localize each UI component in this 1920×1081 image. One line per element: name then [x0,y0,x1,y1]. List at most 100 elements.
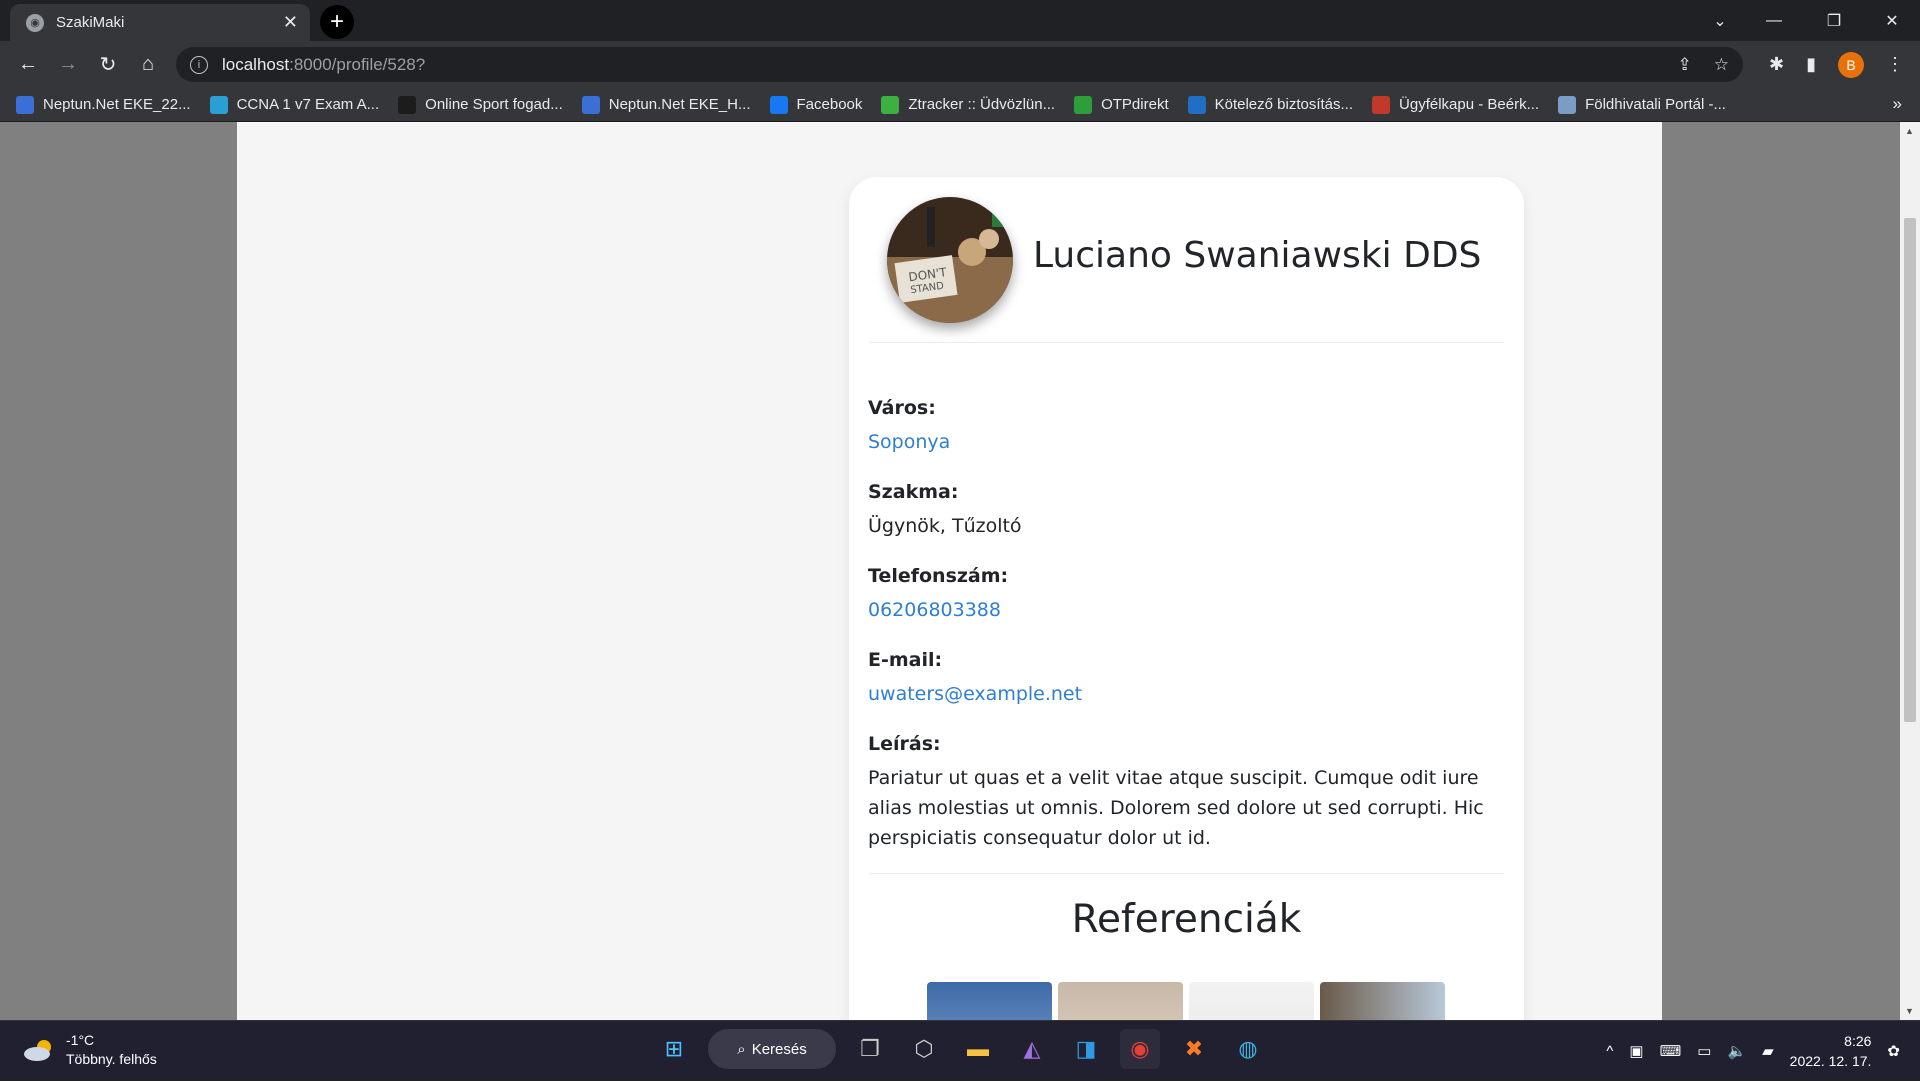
unity-icon[interactable]: ⬡ [904,1029,944,1069]
bookmark-item[interactable]: Facebook [769,95,863,114]
profession-value: Ügynök, Tűzoltó [868,515,1022,537]
task-view-icon[interactable]: ❐ [850,1029,890,1069]
bookmark-label: Facebook [796,96,863,113]
reference-image[interactable] [927,982,1052,1020]
bookmark-label: Neptun.Net EKE_H... [608,96,751,113]
bookmark-favicon-icon [398,95,417,114]
globe-app-icon[interactable]: ◍ [1228,1029,1268,1069]
section-divider [869,873,1504,874]
windows-start-icon[interactable]: ⊞ [654,1029,694,1069]
file-explorer-icon[interactable]: ▬ [958,1029,998,1069]
url-host: localhost [222,54,290,74]
description-text: Pariatur ut quas et a velit vitae atque … [868,767,1484,849]
vscode-icon[interactable]: ◨ [1066,1029,1106,1069]
tab-search-icon[interactable]: ⌄ [1692,0,1748,41]
bookmark-favicon-icon [881,95,900,114]
system-tray: ^ ▣ ⌨ ▭ 🔈 ▰ 8:26 2022. 12. 17. ✿ [1606,1021,1920,1081]
minimize-button[interactable]: — [1746,0,1802,41]
email-label: E-mail: [868,649,943,671]
chrome-icon[interactable]: ◉ [1120,1029,1160,1069]
bookmark-label: Földhivatali Portál -... [1585,96,1726,113]
network-icon[interactable]: ▭ [1697,1042,1711,1060]
xampp-icon[interactable]: ✖ [1174,1029,1214,1069]
tab-strip: ◉ SzakiMaki ✕ + ⌄ — ❐ ✕ [0,0,1920,41]
clock[interactable]: 8:26 2022. 12. 17. [1790,1031,1872,1071]
page-viewport: DON'T STAND Luciano Swaniawski DDS Város… [0,122,1920,1020]
bookmark-label: OTPdirekt [1101,96,1169,113]
volume-icon[interactable]: 🔈 [1727,1042,1746,1060]
battery-icon[interactable]: ▰ [1762,1042,1774,1060]
profile-card: DON'T STAND Luciano Swaniawski DDS Város… [849,177,1524,1020]
address-bar[interactable]: i localhost:8000/profile/528? ⇪ ☆ [176,47,1743,82]
bookmark-item[interactable]: CCNA 1 v7 Exam A... [209,95,380,114]
back-arrow-icon[interactable]: ← [8,45,48,85]
close-window-button[interactable]: ✕ [1864,0,1920,41]
home-icon[interactable]: ⌂ [128,45,168,85]
bookmark-item[interactable]: OTPdirekt [1074,95,1169,114]
scroll-down-icon[interactable]: ▼ [1905,1006,1914,1016]
scrollbar-thumb[interactable] [1904,218,1916,722]
scroll-up-icon[interactable]: ▲ [1905,126,1914,136]
bookmark-label: CCNA 1 v7 Exam A... [236,96,380,113]
bookmark-label: Online Sport fogad... [425,96,563,113]
share-icon[interactable]: ⇪ [1678,55,1692,75]
forward-arrow-icon[interactable]: → [48,45,88,85]
bookmark-favicon-icon [1372,95,1391,114]
globe-icon: ◉ [26,13,44,32]
bookmark-item[interactable]: Kötelező biztosítás... [1187,95,1353,114]
windows-taskbar: -1°C Többny. felhős ⊞ ⌕ Keresés ❐ ⬡ ▬ ◭ ◨… [0,1020,1920,1080]
browser-toolbar: ← → ↻ ⌂ i localhost:8000/profile/528? ⇪ … [0,41,1920,88]
reference-image[interactable] [1058,982,1183,1020]
search-icon: ⌕ [737,1040,746,1058]
bookmark-item[interactable]: Földhivatali Portál -... [1558,95,1726,114]
bookmark-favicon-icon [1187,95,1206,114]
keyboard-icon[interactable]: ⌨ [1660,1042,1682,1060]
bookmark-item[interactable]: Neptun.Net EKE_H... [581,95,751,114]
bookmark-favicon-icon [1558,95,1577,114]
clock-date: 2022. 12. 17. [1789,1053,1872,1069]
reload-icon[interactable]: ↻ [88,45,128,85]
clock-time: 8:26 [1844,1033,1872,1049]
city-label: Város: [868,397,936,419]
side-panel-icon[interactable]: ▮ [1806,54,1816,75]
url-path: :8000/profile/528? [289,54,426,74]
bookmark-favicon-icon [209,95,228,114]
chevron-up-icon[interactable]: ^ [1606,1043,1613,1060]
reference-image[interactable] [1320,982,1445,1020]
weather-widget[interactable]: -1°C Többny. felhős [22,1031,157,1069]
bookmark-favicon-icon [769,95,788,114]
bookmark-item[interactable]: Online Sport fogad... [398,95,563,114]
notification-icon[interactable]: ✿ [1887,1042,1900,1060]
taskbar-search[interactable]: ⌕ Keresés [708,1029,836,1069]
page-scrollbar[interactable]: ▲ ▼ [1900,122,1920,1020]
profile-header: DON'T STAND Luciano Swaniawski DDS [869,197,1504,343]
temperature: -1°C [66,1032,95,1048]
bookmark-label: Ztracker :: Üdvözlün... [908,96,1056,113]
bookmark-favicon-icon [16,95,34,114]
close-tab-icon[interactable]: ✕ [283,12,298,33]
bookmark-label: Ügyfélkapu - Beérk... [1399,96,1540,113]
more-bookmarks-icon[interactable]: » [1893,94,1902,114]
page-background: DON'T STAND Luciano Swaniawski DDS Város… [237,122,1662,1020]
reference-image[interactable] [1189,982,1314,1020]
phone-link[interactable]: 06206803388 [868,595,1508,641]
new-tab-button[interactable]: + [320,5,354,39]
menu-kebab-icon[interactable]: ⋮ [1886,54,1904,75]
site-info-icon[interactable]: i [190,55,208,74]
bookmark-label: Neptun.Net EKE_22... [43,96,191,113]
city-link[interactable]: Soponya [868,427,1508,473]
toolbar-actions: ✱ ▮ B ⋮ [1769,41,1920,88]
extensions-icon[interactable]: ✱ [1769,54,1784,75]
profile-avatar[interactable]: B [1838,51,1864,78]
bookmark-item[interactable]: Ügyfélkapu - Beérk... [1372,95,1540,114]
browser-tab[interactable]: ◉ SzakiMaki ✕ [10,4,310,41]
cloudy-weather-icon [22,1038,56,1062]
restore-button[interactable]: ❐ [1806,0,1862,41]
bookmark-star-icon[interactable]: ☆ [1714,55,1729,75]
email-link[interactable]: uwaters@example.net [868,679,1508,725]
bookmark-item[interactable]: Ztracker :: Üdvözlün... [881,95,1056,114]
visual-studio-icon[interactable]: ◭ [1012,1029,1052,1069]
bookmark-item[interactable]: Neptun.Net EKE_22... [16,95,191,114]
tray-app-icon[interactable]: ▣ [1629,1042,1643,1060]
references-gallery [927,982,1445,1020]
